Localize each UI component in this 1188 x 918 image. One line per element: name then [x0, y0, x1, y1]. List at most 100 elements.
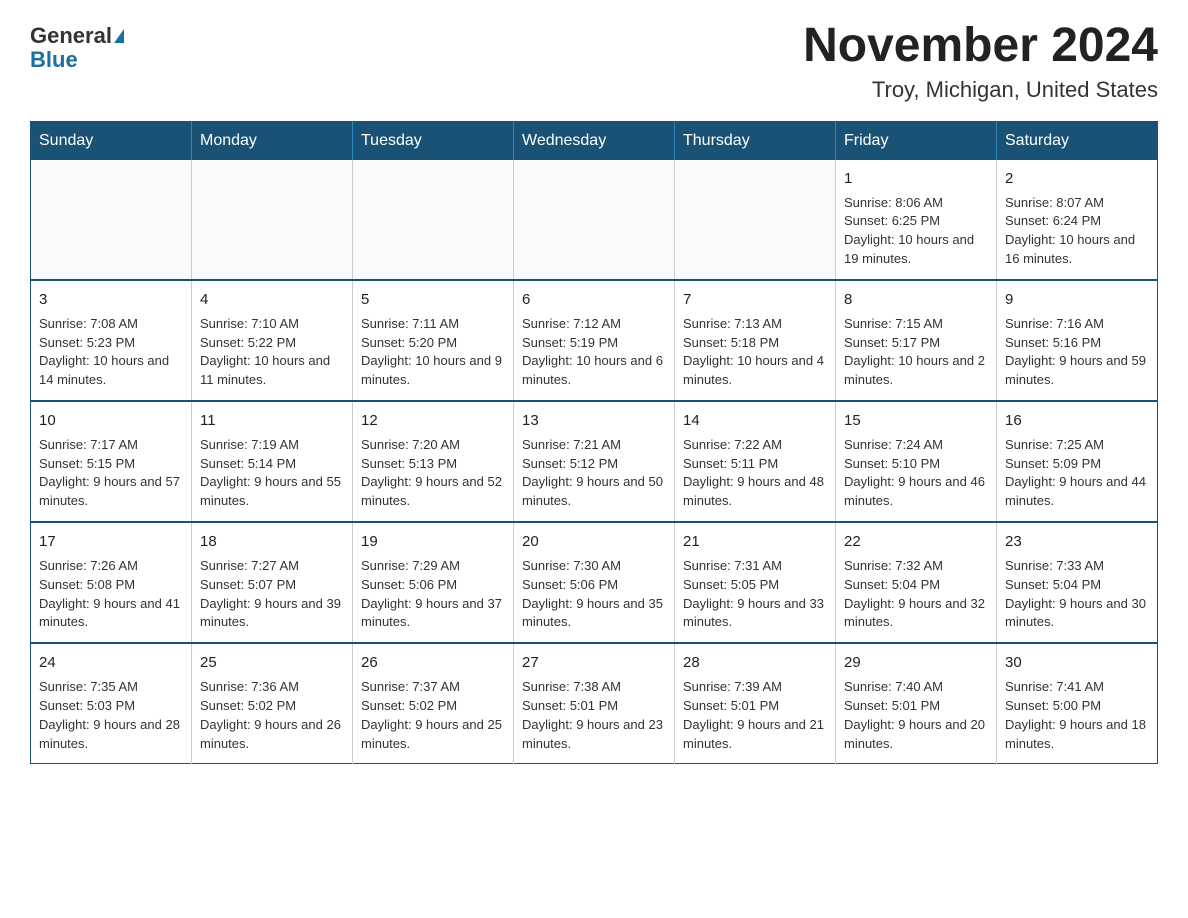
- day-number: 14: [683, 410, 827, 432]
- calendar-cell: 16Sunrise: 7:25 AM Sunset: 5:09 PM Dayli…: [997, 401, 1158, 522]
- calendar-cell: 13 Sunrise: 7:21 AM Sunset: 5:12 PM Dayli…: [514, 401, 675, 522]
- calendar-cell: 20Sunrise: 7:30 AM Sunset: 5:06 PM Dayli…: [514, 522, 675, 643]
- day-number: 10: [39, 410, 183, 432]
- day-number: 23: [1005, 531, 1149, 553]
- calendar-subtitle: Troy, Michigan, United States: [803, 77, 1158, 103]
- day-info: Sunrise: 7:30 AM Sunset: 5:06 PM Dayligh…: [522, 557, 666, 632]
- calendar-cell: 5 Sunrise: 7:11 AM Sunset: 5:20 PM Daylig…: [353, 280, 514, 401]
- day-number: 6: [522, 289, 666, 311]
- day-info: Sunrise: 7:33 AM Sunset: 5:04 PM Dayligh…: [1005, 557, 1149, 632]
- weekday-header-friday: Friday: [836, 121, 997, 160]
- calendar-cell: 22 Sunrise: 7:32 AM Sunset: 5:04 PM Dayli…: [836, 522, 997, 643]
- day-number: 9: [1005, 289, 1149, 311]
- day-info: Sunrise: 7:24 AM Sunset: 5:10 PM Dayligh…: [844, 436, 988, 511]
- week-row-5: 24 Sunrise: 7:35 AM Sunset: 5:03 PM Dayli…: [31, 643, 1158, 764]
- day-info: Sunrise: 7:15 AM Sunset: 5:17 PM Dayligh…: [844, 315, 988, 390]
- header-row: SundayMondayTuesdayWednesdayThursdayFrid…: [31, 121, 1158, 160]
- day-info: Sunrise: 7:38 AM Sunset: 5:01 PM Dayligh…: [522, 678, 666, 753]
- calendar-cell: 11 Sunrise: 7:19 AM Sunset: 5:14 PM Dayli…: [192, 401, 353, 522]
- calendar-cell: 30 Sunrise: 7:41 AM Sunset: 5:00 PM Dayli…: [997, 643, 1158, 764]
- day-info: Sunrise: 7:11 AM Sunset: 5:20 PM Dayligh…: [361, 315, 505, 390]
- day-number: 3: [39, 289, 183, 311]
- calendar-cell: [31, 160, 192, 280]
- day-number: 13: [522, 410, 666, 432]
- day-info: Sunrise: 7:35 AM Sunset: 5:03 PM Dayligh…: [39, 678, 183, 753]
- calendar-cell: 23 Sunrise: 7:33 AM Sunset: 5:04 PM Dayli…: [997, 522, 1158, 643]
- day-number: 1: [844, 168, 988, 190]
- calendar-cell: [514, 160, 675, 280]
- week-row-2: 3Sunrise: 7:08 AM Sunset: 5:23 PM Daylig…: [31, 280, 1158, 401]
- calendar-cell: 28 Sunrise: 7:39 AM Sunset: 5:01 PM Dayli…: [675, 643, 836, 764]
- day-number: 2: [1005, 168, 1149, 190]
- logo-text-blue: Blue: [30, 48, 78, 72]
- calendar-cell: 14Sunrise: 7:22 AM Sunset: 5:11 PM Dayli…: [675, 401, 836, 522]
- page-header: General Blue November 2024 Troy, Michiga…: [30, 20, 1158, 103]
- day-number: 19: [361, 531, 505, 553]
- calendar-cell: [353, 160, 514, 280]
- day-info: Sunrise: 7:36 AM Sunset: 5:02 PM Dayligh…: [200, 678, 344, 753]
- day-info: Sunrise: 7:21 AM Sunset: 5:12 PM Dayligh…: [522, 436, 666, 511]
- day-number: 11: [200, 410, 344, 432]
- calendar-cell: 12Sunrise: 7:20 AM Sunset: 5:13 PM Dayli…: [353, 401, 514, 522]
- day-info: Sunrise: 7:40 AM Sunset: 5:01 PM Dayligh…: [844, 678, 988, 753]
- day-info: Sunrise: 7:37 AM Sunset: 5:02 PM Dayligh…: [361, 678, 505, 753]
- day-number: 5: [361, 289, 505, 311]
- day-number: 29: [844, 652, 988, 674]
- day-info: Sunrise: 7:32 AM Sunset: 5:04 PM Dayligh…: [844, 557, 988, 632]
- day-info: Sunrise: 7:31 AM Sunset: 5:05 PM Dayligh…: [683, 557, 827, 632]
- day-info: Sunrise: 7:16 AM Sunset: 5:16 PM Dayligh…: [1005, 315, 1149, 390]
- day-number: 17: [39, 531, 183, 553]
- day-number: 18: [200, 531, 344, 553]
- calendar-cell: 29 Sunrise: 7:40 AM Sunset: 5:01 PM Dayli…: [836, 643, 997, 764]
- day-number: 22: [844, 531, 988, 553]
- calendar-cell: 1 Sunrise: 8:06 AM Sunset: 6:25 PM Daylig…: [836, 160, 997, 280]
- week-row-3: 10Sunrise: 7:17 AM Sunset: 5:15 PM Dayli…: [31, 401, 1158, 522]
- calendar-cell: 25 Sunrise: 7:36 AM Sunset: 5:02 PM Dayli…: [192, 643, 353, 764]
- calendar-header: SundayMondayTuesdayWednesdayThursdayFrid…: [31, 121, 1158, 160]
- weekday-header-monday: Monday: [192, 121, 353, 160]
- day-number: 25: [200, 652, 344, 674]
- calendar-cell: 24 Sunrise: 7:35 AM Sunset: 5:03 PM Dayli…: [31, 643, 192, 764]
- day-info: Sunrise: 7:12 AM Sunset: 5:19 PM Dayligh…: [522, 315, 666, 390]
- weekday-header-sunday: Sunday: [31, 121, 192, 160]
- day-number: 12: [361, 410, 505, 432]
- weekday-header-wednesday: Wednesday: [514, 121, 675, 160]
- day-info: Sunrise: 7:10 AM Sunset: 5:22 PM Dayligh…: [200, 315, 344, 390]
- calendar-title: November 2024: [803, 20, 1158, 73]
- weekday-header-saturday: Saturday: [997, 121, 1158, 160]
- day-info: Sunrise: 7:26 AM Sunset: 5:08 PM Dayligh…: [39, 557, 183, 632]
- day-number: 15: [844, 410, 988, 432]
- day-info: Sunrise: 7:19 AM Sunset: 5:14 PM Dayligh…: [200, 436, 344, 511]
- day-info: Sunrise: 8:07 AM Sunset: 6:24 PM Dayligh…: [1005, 194, 1149, 269]
- day-info: Sunrise: 7:29 AM Sunset: 5:06 PM Dayligh…: [361, 557, 505, 632]
- weekday-header-tuesday: Tuesday: [353, 121, 514, 160]
- day-number: 7: [683, 289, 827, 311]
- day-number: 28: [683, 652, 827, 674]
- day-number: 24: [39, 652, 183, 674]
- logo-triangle-icon: [114, 29, 124, 43]
- day-number: 26: [361, 652, 505, 674]
- calendar-cell: 21Sunrise: 7:31 AM Sunset: 5:05 PM Dayli…: [675, 522, 836, 643]
- day-number: 30: [1005, 652, 1149, 674]
- title-block: November 2024 Troy, Michigan, United Sta…: [803, 20, 1158, 103]
- day-info: Sunrise: 7:41 AM Sunset: 5:00 PM Dayligh…: [1005, 678, 1149, 753]
- calendar-cell: 3Sunrise: 7:08 AM Sunset: 5:23 PM Daylig…: [31, 280, 192, 401]
- calendar-cell: 7 Sunrise: 7:13 AM Sunset: 5:18 PM Daylig…: [675, 280, 836, 401]
- calendar-cell: [675, 160, 836, 280]
- logo-text-general: General: [30, 24, 112, 48]
- calendar-cell: 2 Sunrise: 8:07 AM Sunset: 6:24 PM Daylig…: [997, 160, 1158, 280]
- day-info: Sunrise: 8:06 AM Sunset: 6:25 PM Dayligh…: [844, 194, 988, 269]
- day-number: 4: [200, 289, 344, 311]
- day-number: 16: [1005, 410, 1149, 432]
- day-info: Sunrise: 7:39 AM Sunset: 5:01 PM Dayligh…: [683, 678, 827, 753]
- calendar-cell: 6 Sunrise: 7:12 AM Sunset: 5:19 PM Daylig…: [514, 280, 675, 401]
- week-row-1: 1 Sunrise: 8:06 AM Sunset: 6:25 PM Daylig…: [31, 160, 1158, 280]
- calendar-cell: 9 Sunrise: 7:16 AM Sunset: 5:16 PM Daylig…: [997, 280, 1158, 401]
- calendar-cell: 10Sunrise: 7:17 AM Sunset: 5:15 PM Dayli…: [31, 401, 192, 522]
- calendar-cell: 4 Sunrise: 7:10 AM Sunset: 5:22 PM Daylig…: [192, 280, 353, 401]
- calendar-cell: 17 Sunrise: 7:26 AM Sunset: 5:08 PM Dayli…: [31, 522, 192, 643]
- day-number: 8: [844, 289, 988, 311]
- calendar-cell: 18Sunrise: 7:27 AM Sunset: 5:07 PM Dayli…: [192, 522, 353, 643]
- day-info: Sunrise: 7:13 AM Sunset: 5:18 PM Dayligh…: [683, 315, 827, 390]
- day-number: 27: [522, 652, 666, 674]
